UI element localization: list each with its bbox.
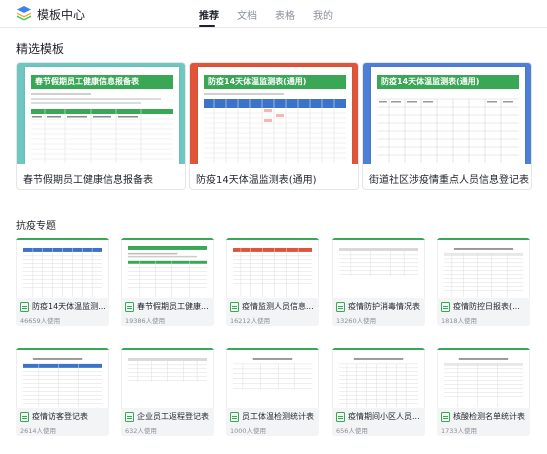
spreadsheet-icon <box>441 302 450 312</box>
template-info: 疫情防护消毒情况表 13260人使用 <box>332 298 425 326</box>
featured-card-1-title: 春节假期员工健康信息报备表 <box>23 175 153 186</box>
spreadsheet-icon <box>20 412 29 422</box>
usage-count: 46659人使用 <box>20 317 61 325</box>
template-name: 疫情防控日报表(... <box>453 302 520 311</box>
template-preview: 防疫14天体温监测表(通用) <box>371 67 525 164</box>
app-title: 模板中心 <box>37 8 86 22</box>
template-thumbnail <box>121 350 214 408</box>
usage-count: 1000人使用 <box>230 427 267 435</box>
featured-card-3-title: 街道社区涉疫情重点人员信息登记表 <box>369 175 529 186</box>
spreadsheet-icon <box>125 412 134 422</box>
template-card[interactable]: 疫情访客登记表 2614人使用 <box>16 348 109 436</box>
template-card[interactable]: 疫情期间小区人员... 656人使用 <box>332 348 425 436</box>
template-card[interactable]: 防疫14天体温监测... 46659人使用 <box>16 238 109 326</box>
template-info: 核酸检测名单统计表 1733人使用 <box>437 408 530 436</box>
spreadsheet-icon <box>230 412 239 422</box>
template-info: 春节假期员工健康... 19386人使用 <box>121 298 214 326</box>
spreadsheet-icon <box>230 302 239 312</box>
template-info: 防疫14天体温监测... 46659人使用 <box>16 298 109 326</box>
thumbnail-preview <box>128 357 207 382</box>
usage-count: 19386人使用 <box>125 317 166 325</box>
template-info: 员工体温检测统计表 1000人使用 <box>226 408 319 436</box>
usage-count: 1818人使用 <box>441 317 478 325</box>
thumbnail-preview <box>128 246 207 298</box>
template-thumbnail <box>226 350 319 408</box>
template-info: 疫情防控日报表(... 1818人使用 <box>437 298 530 326</box>
featured-card-2[interactable]: 防疫14天体温监测表(通用) 防疫14天体温监测表(通用) <box>189 62 359 190</box>
template-thumbnail <box>16 240 109 298</box>
template-card[interactable]: 企业员工返程登记表 632人使用 <box>121 348 214 436</box>
template-info: 疫情访客登记表 2614人使用 <box>16 408 109 436</box>
template-name: 核酸检测名单统计表 <box>453 412 525 421</box>
tab-sheets[interactable]: 表格 <box>275 7 295 22</box>
tab-mine[interactable]: 我的 <box>313 7 333 22</box>
template-card[interactable]: 核酸检测名单统计表 1733人使用 <box>437 348 530 436</box>
template-card[interactable]: 疫情监测人员信息... 16212人使用 <box>226 238 319 326</box>
template-name: 疫情防护消毒情况表 <box>348 302 420 311</box>
thumbnail-preview <box>339 247 418 276</box>
template-name: 春节假期员工健康... <box>137 302 209 311</box>
template-preview: 防疫14天体温监测表(通用) <box>198 67 352 164</box>
preview-banner: 春节假期员工健康信息报备表 <box>31 75 173 89</box>
featured-card-2-thumbnail: 防疫14天体温监测表(通用) <box>190 63 358 164</box>
template-name: 员工体温检测统计表 <box>242 412 314 421</box>
featured-section-title: 精选模板 <box>16 42 65 56</box>
template-name: 企业员工返程登记表 <box>137 412 209 421</box>
preview-table <box>204 93 346 163</box>
featured-card-3[interactable]: 防疫14天体温监测表(通用) 街道社区涉疫情重点人员信息登记表 <box>362 62 532 190</box>
template-info: 疫情监测人员信息... 16212人使用 <box>226 298 319 326</box>
thumbnail-preview <box>339 357 418 408</box>
usage-count: 2614人使用 <box>20 427 57 435</box>
template-name: 防疫14天体温监测... <box>32 302 106 311</box>
preview-banner: 防疫14天体温监测表(通用) <box>377 75 519 89</box>
thumbnail-preview <box>23 357 102 408</box>
usage-count: 16212人使用 <box>230 317 271 325</box>
template-card[interactable]: 疫情防护消毒情况表 13260人使用 <box>332 238 425 326</box>
template-thumbnail <box>16 350 109 408</box>
featured-card-1-thumbnail: 春节假期员工健康信息报备表 <box>17 63 185 164</box>
template-card[interactable]: 员工体温检测统计表 1000人使用 <box>226 348 319 436</box>
template-name: 疫情访客登记表 <box>32 412 88 421</box>
thumbnail-preview <box>444 357 523 408</box>
preview-table <box>31 93 173 163</box>
template-thumbnail <box>226 240 319 298</box>
template-center-logo-icon <box>17 6 31 21</box>
template-info: 疫情期间小区人员... 656人使用 <box>332 408 425 436</box>
template-name: 疫情监测人员信息... <box>242 302 314 311</box>
active-tab-indicator <box>199 25 215 27</box>
usage-count: 656人使用 <box>336 427 368 435</box>
template-card[interactable]: 春节假期员工健康... 19386人使用 <box>121 238 214 326</box>
spreadsheet-icon <box>125 302 134 312</box>
template-thumbnail <box>437 240 530 298</box>
featured-card-3-thumbnail: 防疫14天体温监测表(通用) <box>363 63 531 164</box>
thumbnail-preview <box>233 247 312 298</box>
template-info: 企业员工返程登记表 632人使用 <box>121 408 214 436</box>
template-card[interactable]: 疫情防控日报表(... 1818人使用 <box>437 238 530 326</box>
spreadsheet-icon <box>441 412 450 422</box>
usage-count: 1733人使用 <box>441 427 478 435</box>
template-thumbnail <box>437 350 530 408</box>
template-name: 疫情期间小区人员... <box>348 412 420 421</box>
usage-count: 13260人使用 <box>336 317 377 325</box>
usage-count: 632人使用 <box>125 427 157 435</box>
template-thumbnail <box>332 240 425 298</box>
thumbnail-preview <box>444 247 523 298</box>
template-thumbnail <box>332 350 425 408</box>
preview-banner: 防疫14天体温监测表(通用) <box>204 75 346 89</box>
featured-card-1[interactable]: 春节假期员工健康信息报备表 春节假期员工健康信息报备表 <box>16 62 186 190</box>
thumbnail-preview <box>233 357 312 390</box>
special-section-title: 抗疫专题 <box>16 221 56 232</box>
top-bar: 模板中心 推荐 文档 表格 我的 <box>0 0 547 28</box>
tab-recommend[interactable]: 推荐 <box>199 7 219 22</box>
spreadsheet-icon <box>336 302 345 312</box>
template-thumbnail <box>121 240 214 298</box>
featured-card-2-title: 防疫14天体温监测表(通用) <box>196 175 317 186</box>
spreadsheet-icon <box>20 302 29 312</box>
tab-docs[interactable]: 文档 <box>237 7 257 22</box>
preview-table <box>377 98 519 163</box>
spreadsheet-icon <box>336 412 345 422</box>
template-preview: 春节假期员工健康信息报备表 <box>25 67 179 164</box>
thumbnail-preview <box>23 247 102 298</box>
